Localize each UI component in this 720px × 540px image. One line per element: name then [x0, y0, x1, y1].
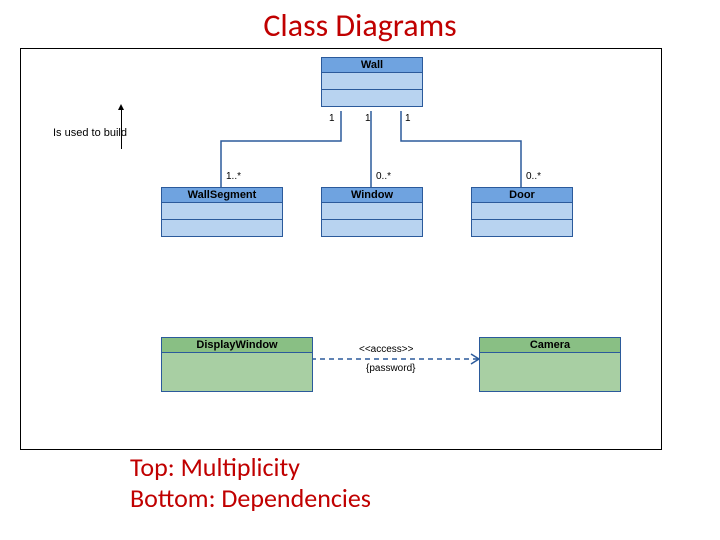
class-diagram: Wall 1 1 1 1..* 0..* 0..* WallSegment Wi… — [21, 49, 661, 449]
caption: Top: Multiplicity Bottom: Dependencies — [130, 452, 371, 514]
diagram-frame: Wall 1 1 1 1..* 0..* 0..* WallSegment Wi… — [20, 48, 662, 450]
class-name: DisplayWindow — [162, 338, 312, 353]
class-name: Wall — [322, 58, 422, 73]
multiplicity-label: 1..* — [226, 171, 241, 182]
class-camera: Camera — [479, 337, 621, 392]
class-window: Window — [321, 187, 423, 237]
class-wall: Wall — [321, 57, 423, 107]
multiplicity-label: 0..* — [526, 171, 541, 182]
multiplicity-label: 1 — [405, 113, 411, 124]
constraint-label: {password} — [366, 363, 415, 374]
class-display-window: DisplayWindow — [161, 337, 313, 392]
class-name: Camera — [480, 338, 620, 353]
class-wall-segment: WallSegment — [161, 187, 283, 237]
side-note: Is used to build — [53, 127, 127, 139]
multiplicity-label: 0..* — [376, 171, 391, 182]
class-door: Door — [471, 187, 573, 237]
page-title: Class Diagrams — [0, 0, 720, 45]
caption-line: Top: Multiplicity — [130, 452, 371, 483]
caption-line: Bottom: Dependencies — [130, 483, 371, 514]
multiplicity-label: 1 — [365, 113, 371, 124]
class-name: WallSegment — [162, 188, 282, 203]
stereotype-label: <<access>> — [359, 344, 413, 355]
multiplicity-label: 1 — [329, 113, 335, 124]
class-name: Door — [472, 188, 572, 203]
class-name: Window — [322, 188, 422, 203]
